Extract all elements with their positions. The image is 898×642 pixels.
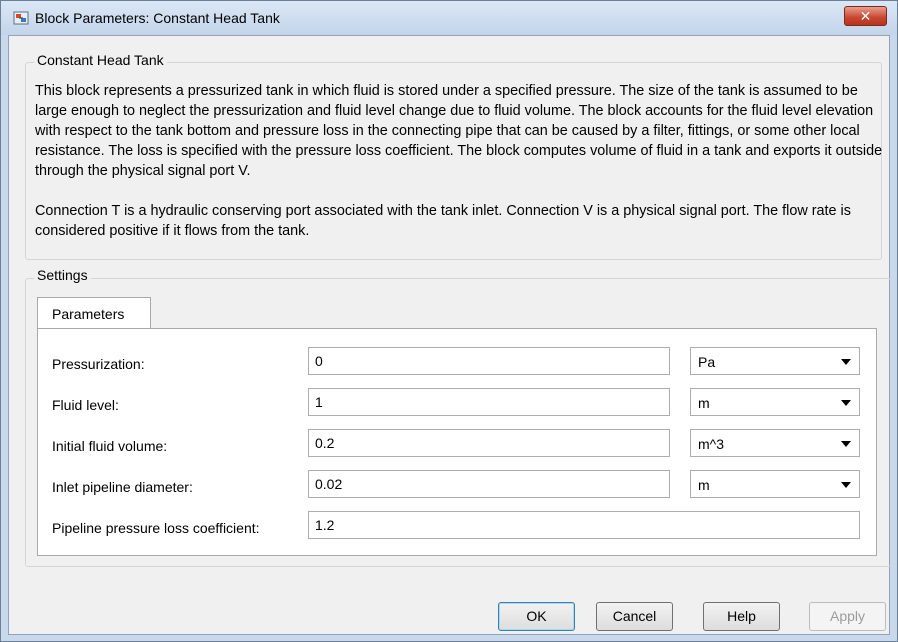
inlet-pipeline-diameter-field[interactable] <box>308 470 670 498</box>
close-button[interactable]: ✕ <box>844 6 887 26</box>
apply-button[interactable]: Apply <box>809 602 886 631</box>
help-button[interactable]: Help <box>703 602 780 631</box>
close-icon: ✕ <box>859 8 872 24</box>
pressurization-label: Pressurization: <box>52 356 145 372</box>
unit-value: m <box>698 395 710 411</box>
tab-label: Parameters <box>52 306 125 322</box>
initial-fluid-volume-field[interactable] <box>308 429 670 457</box>
title-bar[interactable]: Block Parameters: Constant Head Tank ✕ <box>1 1 897 35</box>
chevron-down-icon <box>841 482 851 488</box>
fluid-level-label: Fluid level: <box>52 397 119 413</box>
cancel-button[interactable]: Cancel <box>596 602 673 631</box>
settings-group-label: Settings <box>34 267 91 283</box>
description-paragraph: This block represents a pressurized tank… <box>35 83 883 179</box>
pressure-loss-coefficient-field[interactable] <box>308 511 860 539</box>
description-paragraph: Connection T is a hydraulic conserving p… <box>35 203 851 239</box>
unit-value: m <box>698 477 710 493</box>
chevron-down-icon <box>841 400 851 406</box>
pressurization-unit-select[interactable]: Pa <box>690 347 860 375</box>
fluid-level-unit-select[interactable]: m <box>690 388 860 416</box>
inlet-pipeline-diameter-unit-select[interactable]: m <box>690 470 860 498</box>
description-group-label: Constant Head Tank <box>34 52 167 68</box>
pressure-loss-coefficient-label: Pipeline pressure loss coefficient: <box>52 520 260 536</box>
unit-value: m^3 <box>698 436 725 452</box>
ok-button[interactable]: OK <box>498 602 575 631</box>
inlet-pipeline-diameter-label: Inlet pipeline diameter: <box>52 479 193 495</box>
chevron-down-icon <box>841 359 851 365</box>
tab-parameters[interactable]: Parameters <box>37 297 151 329</box>
simulink-block-icon <box>13 11 29 25</box>
initial-fluid-volume-unit-select[interactable]: m^3 <box>690 429 860 457</box>
unit-value: Pa <box>698 354 716 370</box>
initial-fluid-volume-label: Initial fluid volume: <box>52 438 168 454</box>
chevron-down-icon <box>841 441 851 447</box>
fluid-level-field[interactable] <box>308 388 670 416</box>
dialog-window: Block Parameters: Constant Head Tank ✕ C… <box>0 0 898 642</box>
block-description: This block represents a pressurized tank… <box>35 81 885 241</box>
pressurization-field[interactable] <box>308 347 670 375</box>
window-title: Block Parameters: Constant Head Tank <box>35 10 280 26</box>
